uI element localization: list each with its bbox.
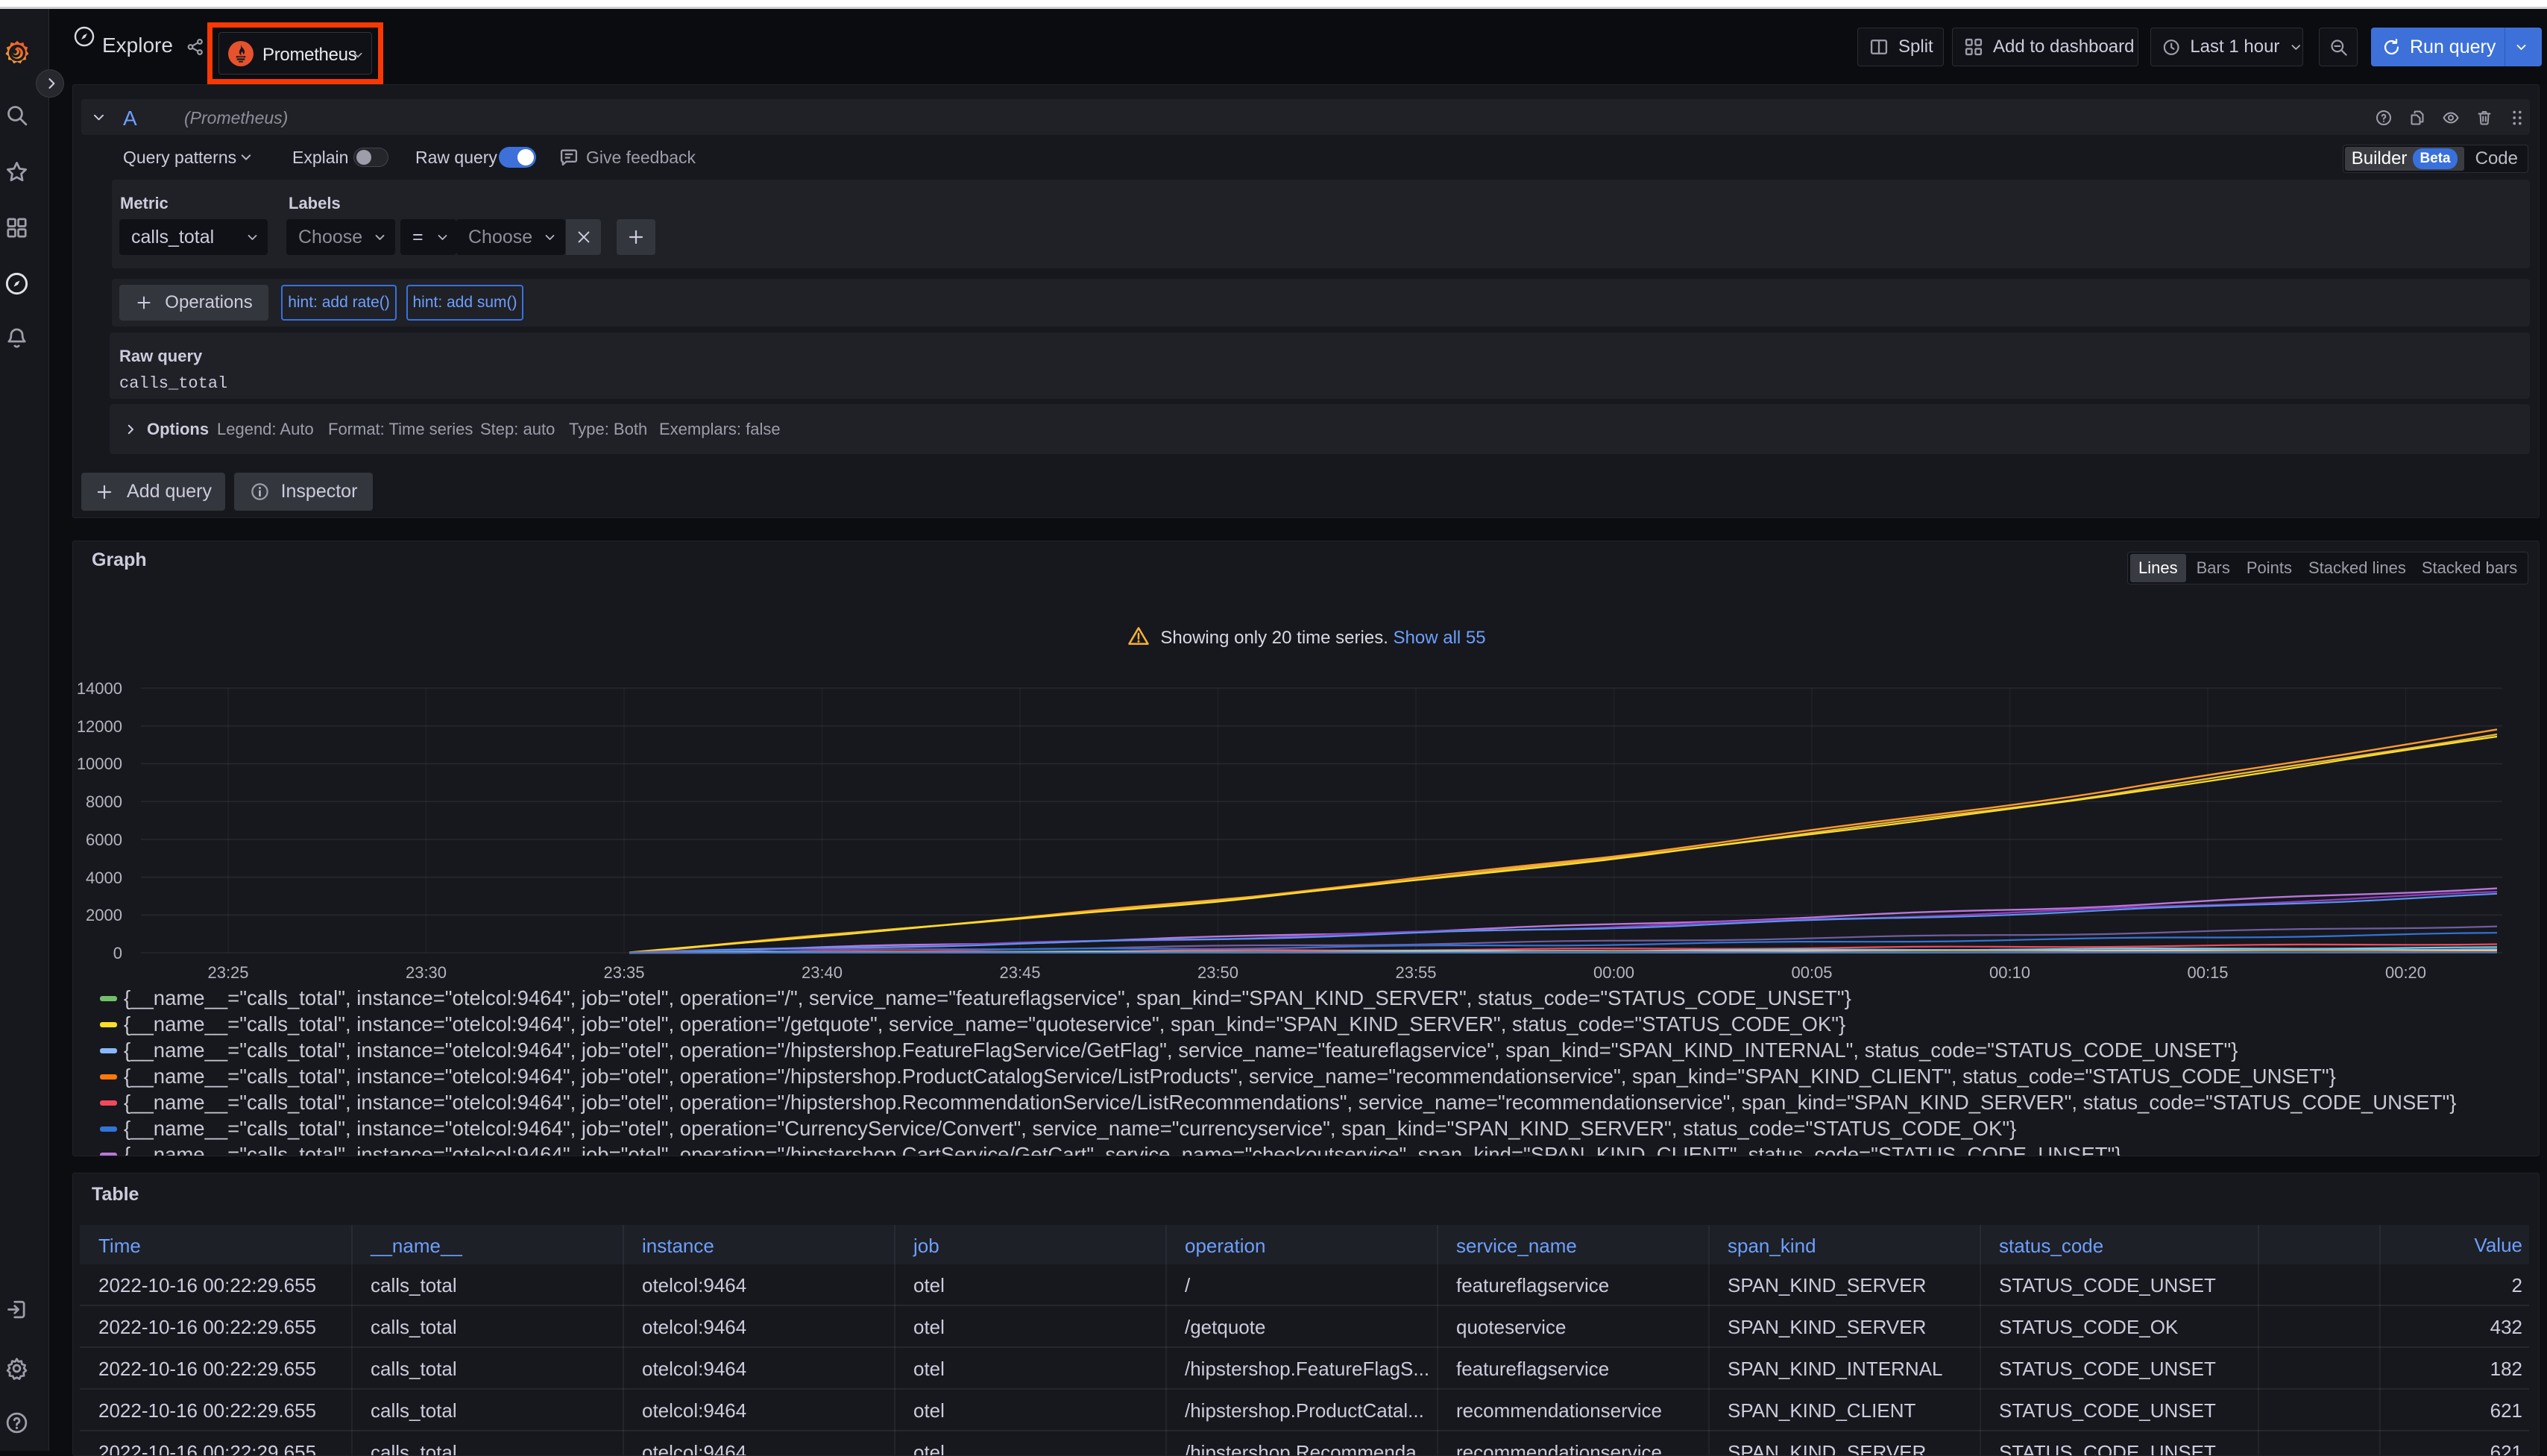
svg-text:00:15: 00:15 <box>2187 963 2228 982</box>
svg-text:00:00: 00:00 <box>1593 963 1634 982</box>
svg-text:6000: 6000 <box>86 831 122 849</box>
svg-text:23:45: 23:45 <box>999 963 1040 982</box>
svg-text:14000: 14000 <box>77 679 122 698</box>
svg-text:00:10: 00:10 <box>1989 963 2030 982</box>
svg-text:23:40: 23:40 <box>802 963 843 982</box>
svg-text:23:50: 23:50 <box>1197 963 1238 982</box>
svg-text:00:20: 00:20 <box>2385 963 2426 982</box>
svg-text:4000: 4000 <box>86 869 122 887</box>
svg-text:00:05: 00:05 <box>1791 963 1832 982</box>
svg-text:8000: 8000 <box>86 792 122 811</box>
svg-text:0: 0 <box>113 944 122 962</box>
svg-text:10000: 10000 <box>77 754 122 773</box>
svg-text:2000: 2000 <box>86 906 122 924</box>
svg-text:12000: 12000 <box>77 717 122 736</box>
svg-text:23:35: 23:35 <box>603 963 644 982</box>
svg-text:23:25: 23:25 <box>207 963 248 982</box>
svg-text:23:30: 23:30 <box>406 963 447 982</box>
svg-text:23:55: 23:55 <box>1395 963 1436 982</box>
